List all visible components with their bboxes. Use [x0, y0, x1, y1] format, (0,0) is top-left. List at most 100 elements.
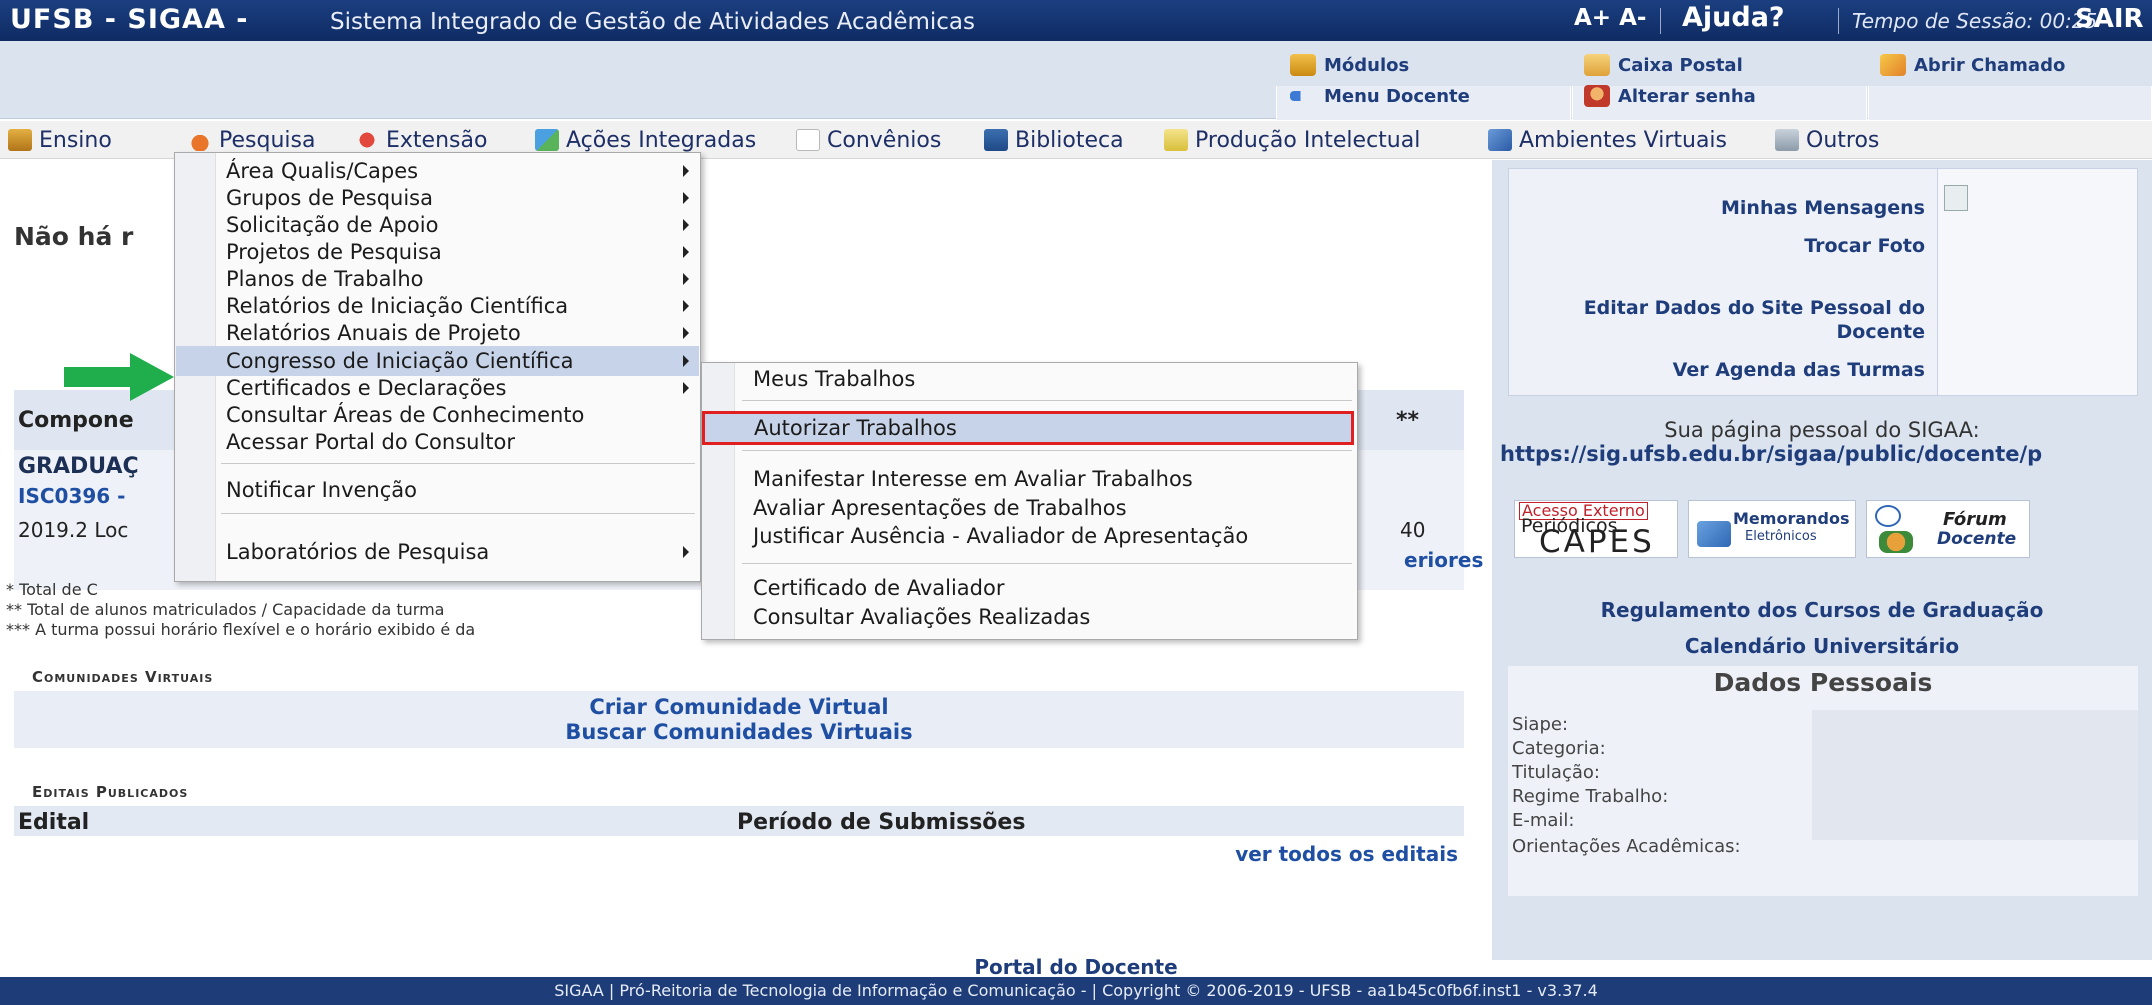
caixa-postal-label: Caixa Postal	[1618, 54, 1743, 76]
menu-biblioteca[interactable]: Biblioteca	[984, 121, 1124, 159]
trocar-foto-link[interactable]: Trocar Foto	[1804, 235, 1925, 257]
virtual-env-icon	[1488, 129, 1512, 151]
dd-notificar-invencao[interactable]: Notificar Invenção	[176, 475, 699, 505]
menu-label: Outros	[1806, 127, 1880, 153]
forum-line-1: Fórum	[1943, 509, 2007, 530]
dd-grupos-pesquisa[interactable]: Grupos de Pesquisa	[176, 183, 699, 213]
siape-label: Siape:	[1512, 714, 1569, 735]
titulacao-label: Titulação:	[1512, 762, 1600, 783]
periodo-column: Período de Submissões	[737, 810, 1026, 835]
editar-dados-link-docente[interactable]: Docente	[1837, 321, 1925, 343]
ver-todos-editais-link[interactable]: ver todos os editais	[1235, 842, 1458, 866]
submenu-arrow-icon	[683, 165, 689, 177]
module-cell	[1868, 86, 2152, 120]
menu-docente-link[interactable]: Menu Docente	[1290, 81, 1470, 111]
sm-justificar-ausencia[interactable]: Justificar Ausência - Avaliador de Apres…	[703, 521, 1357, 551]
dd-relatorios-anuais[interactable]: Relatórios Anuais de Projeto	[176, 318, 699, 348]
right-sidebar: Minhas Mensagens Trocar Foto Editar Dado…	[1492, 160, 2152, 960]
document-icon	[796, 129, 820, 151]
dd-label: Relatórios de Iniciação Científica	[226, 294, 569, 318]
menu-label: Convênios	[827, 127, 942, 153]
sm-separator	[742, 400, 1352, 401]
system-subtitle: Sistema Integrado de Gestão de Atividade…	[330, 9, 975, 35]
editais-table: Edital Período de Submissões ver todos o…	[14, 806, 1464, 868]
dd-laboratorios[interactable]: Laboratórios de Pesquisa	[176, 537, 699, 567]
notes-icon	[1164, 129, 1188, 151]
dd-label: Grupos de Pesquisa	[226, 186, 433, 210]
menu-outros[interactable]: Outros	[1775, 121, 1879, 159]
dd-separator	[221, 513, 695, 514]
dd-solicitacao-apoio[interactable]: Solicitação de Apoio	[176, 210, 699, 240]
dd-label: Certificados e Declarações	[226, 376, 507, 400]
logout-link[interactable]: SAIR	[2075, 4, 2144, 34]
ver-agenda-link[interactable]: Ver Agenda das Turmas	[1673, 359, 1925, 381]
dd-label: Laboratórios de Pesquisa	[226, 540, 490, 564]
turmas-anteriores-link[interactable]: eriores	[1404, 548, 1483, 572]
periodicos-capes-banner[interactable]: Acesso Externo Periódicos CAPES	[1514, 500, 1678, 558]
regulamento-link[interactable]: Regulamento dos Cursos de Graduação	[1492, 598, 2152, 622]
dd-area-qualis[interactable]: Área Qualis/Capes	[176, 156, 699, 186]
profile-photo	[1937, 169, 2137, 395]
dd-certificados[interactable]: Certificados e Declarações	[176, 373, 699, 403]
footnote-horario: *** A turma possui horário flexível e o …	[6, 620, 476, 639]
menu-convenios[interactable]: Convênios	[796, 121, 941, 159]
sm-consultar-avaliacoes[interactable]: Consultar Avaliações Realizadas	[703, 602, 1357, 632]
integration-icon	[535, 129, 559, 151]
top-bar: UFSB - SIGAA - Sistema Integrado de Gest…	[0, 0, 2152, 41]
dd-portal-consultor[interactable]: Acessar Portal do Consultor	[176, 427, 699, 457]
system-brand[interactable]: UFSB - SIGAA -	[10, 4, 248, 35]
memorandos-banner[interactable]: Memorandos Eletrônicos	[1688, 500, 1856, 558]
menu-producao-intelectual[interactable]: Produção Intelectual	[1164, 121, 1420, 159]
abrir-chamado-link[interactable]: Abrir Chamado	[1880, 50, 2065, 80]
sm-avaliar-apresentacoes[interactable]: Avaliar Apresentações de Trabalhos	[703, 493, 1357, 523]
question-bubble-icon	[1875, 505, 1901, 527]
dd-planos-trabalho[interactable]: Planos de Trabalho	[176, 264, 699, 294]
regime-label: Regime Trabalho:	[1512, 786, 1669, 807]
menu-label: Ensino	[39, 127, 112, 153]
minhas-mensagens-link[interactable]: Minhas Mensagens	[1721, 197, 1925, 219]
course-code-link[interactable]: ISC0396 -	[18, 484, 125, 508]
menu-docente-label: Menu Docente	[1324, 85, 1470, 107]
dd-label: Planos de Trabalho	[226, 267, 424, 291]
others-icon	[1775, 129, 1799, 151]
menu-ambientes-virtuais[interactable]: Ambientes Virtuais	[1488, 121, 1727, 159]
personal-page-info: Sua página pessoal do SIGAA: https://sig…	[1492, 412, 2152, 472]
criar-comunidade-link[interactable]: Criar Comunidade Virtual	[14, 695, 1464, 719]
sm-certificado-avaliador[interactable]: Certificado de Avaliador	[703, 573, 1357, 603]
dd-relatorios-ic[interactable]: Relatórios de Iniciação Científica	[176, 291, 699, 321]
dd-consultar-areas[interactable]: Consultar Áreas de Conhecimento	[176, 400, 699, 430]
alterar-senha-link[interactable]: Alterar senha	[1584, 81, 1756, 111]
sm-meus-trabalhos[interactable]: Meus Trabalhos	[703, 364, 1357, 394]
dd-projetos-pesquisa[interactable]: Projetos de Pesquisa	[176, 237, 699, 267]
personal-page-url[interactable]: https://sig.ufsb.edu.br/sigaa/public/doc…	[1500, 442, 2152, 466]
caixa-postal-link[interactable]: Caixa Postal	[1584, 50, 1743, 80]
heart-hands-icon	[355, 129, 379, 151]
pesquisa-dropdown: Área Qualis/Capes Grupos de Pesquisa Sol…	[174, 152, 701, 582]
help-link[interactable]: Ajuda?	[1682, 2, 1785, 33]
sm-manifestar-interesse[interactable]: Manifestar Interesse em Avaliar Trabalho…	[703, 464, 1357, 494]
mailbox-icon	[1584, 54, 1610, 76]
menu-ensino[interactable]: Ensino	[8, 121, 112, 159]
dd-congresso-ic[interactable]: Congresso de Iniciação Científica	[176, 346, 699, 376]
submenu-arrow-icon	[683, 246, 689, 258]
topbar-divider	[1660, 8, 1661, 34]
menu-label: Produção Intelectual	[1195, 127, 1421, 153]
sm-autorizar-trabalhos[interactable]: Autorizar Trabalhos	[702, 411, 1354, 445]
modules-icon	[1290, 54, 1316, 76]
editar-dados-link[interactable]: Editar Dados do Site Pessoal do	[1584, 297, 1925, 319]
footer: SIGAA | Pró-Reitoria de Tecnologia de In…	[0, 977, 2152, 1005]
green-pointer-arrow-icon	[64, 353, 174, 401]
submenu-arrow-icon	[683, 355, 689, 367]
forum-docente-banner[interactable]: Fórum Docente	[1866, 500, 2030, 558]
font-size-controls[interactable]: A+ A-	[1574, 5, 1646, 31]
course-capacity: 40	[1400, 518, 1426, 542]
menu-label: Biblioteca	[1015, 127, 1124, 153]
buscar-comunidades-link[interactable]: Buscar Comunidades Virtuais	[14, 720, 1464, 744]
topbar-divider	[1838, 8, 1839, 34]
books-icon	[8, 129, 32, 151]
submenu-arrow-icon	[683, 327, 689, 339]
dd-separator	[221, 463, 695, 464]
dd-label: Solicitação de Apoio	[226, 213, 439, 237]
calendario-link[interactable]: Calendário Universitário	[1492, 634, 2152, 658]
modulos-link[interactable]: Módulos	[1290, 50, 1409, 80]
